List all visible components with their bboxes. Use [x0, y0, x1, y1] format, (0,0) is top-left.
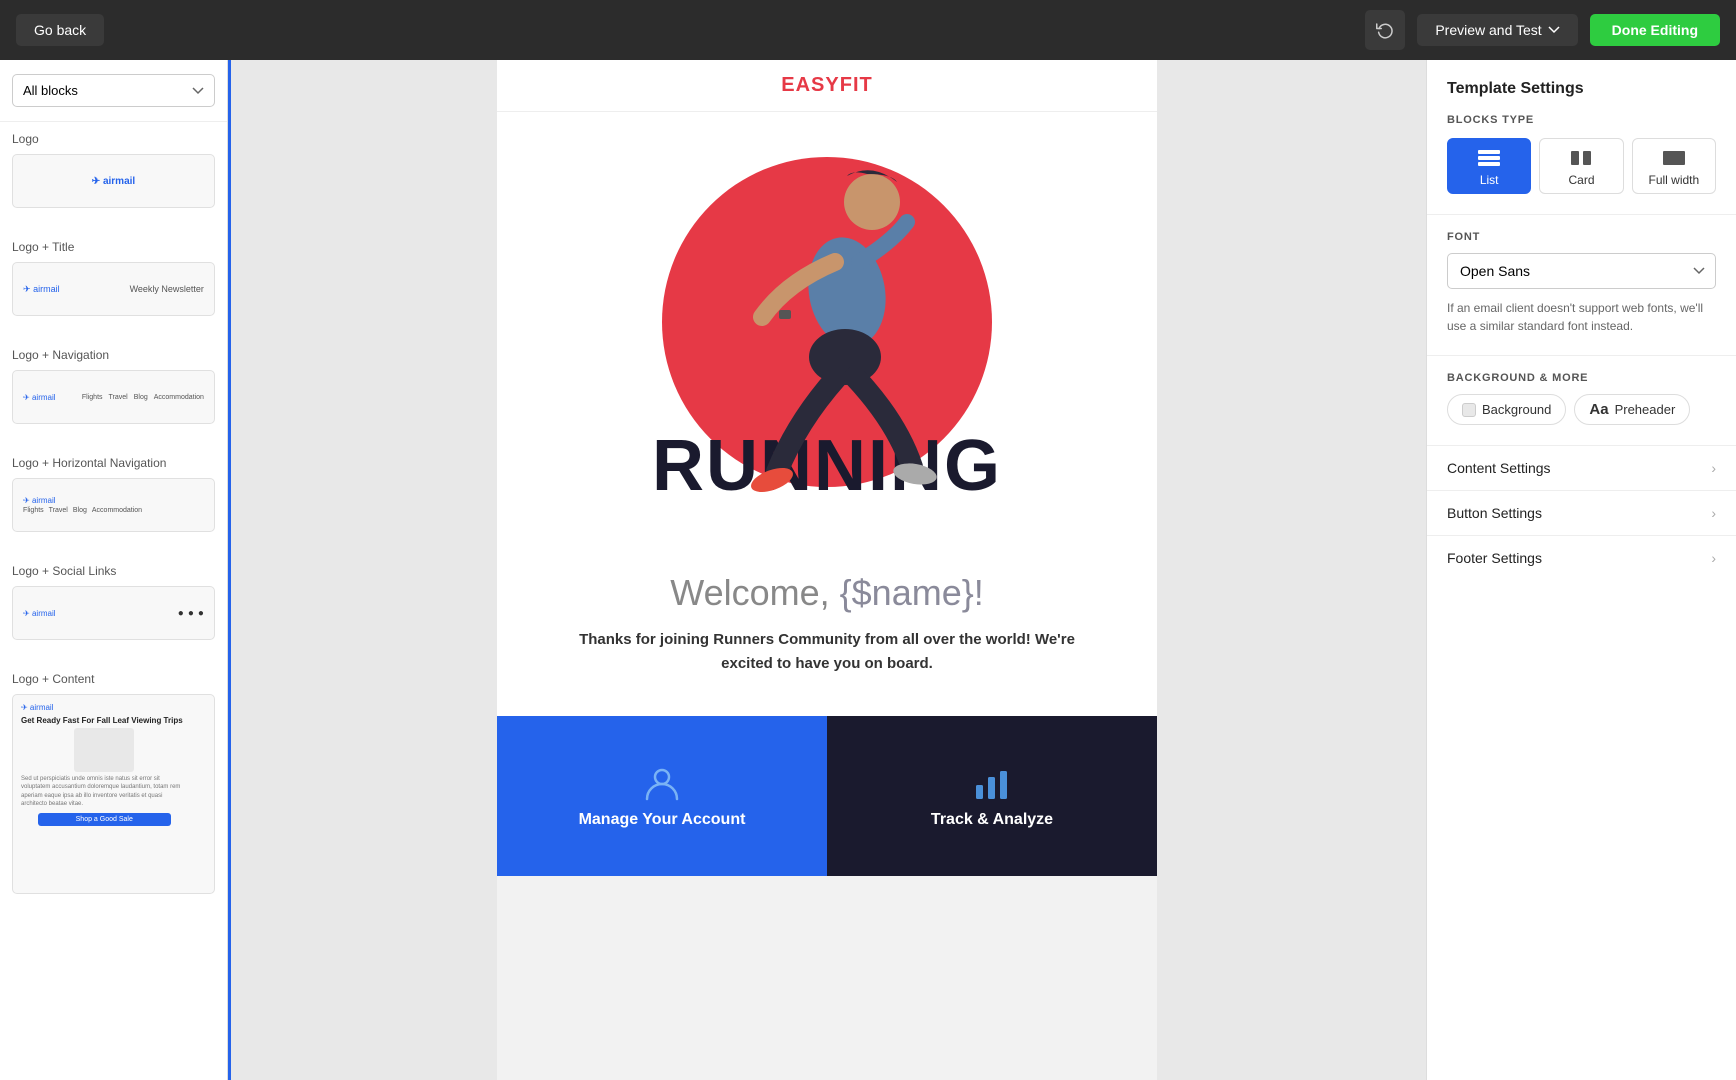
- sidebar-label-logo-h-nav: Logo + Horizontal Navigation: [12, 456, 215, 470]
- welcome-title: Welcome, {$name}!: [557, 572, 1097, 614]
- sidebar-section-logo-title: Logo + Title ✈ airmail Weekly Newsletter: [0, 230, 227, 338]
- cta-right: Track & Analyze: [827, 716, 1157, 876]
- topbar: Go back Preview and Test Done Editing: [0, 0, 1736, 60]
- preheader-pill[interactable]: Aa Preheader: [1574, 394, 1690, 425]
- welcome-body: Thanks for joining Runners Community fro…: [557, 628, 1097, 676]
- blocks-type-header: BLOCKS TYPE: [1427, 114, 1736, 138]
- font-header: FONT: [1447, 231, 1716, 243]
- history-button[interactable]: [1365, 10, 1405, 50]
- chevron-right-icon: ›: [1711, 505, 1716, 521]
- go-back-button[interactable]: Go back: [16, 14, 104, 46]
- bg-more-row: Background Aa Preheader: [1447, 394, 1716, 425]
- sidebar-section-logo-social: Logo + Social Links ✈ airmail ●●●: [0, 554, 227, 662]
- sidebar-label-logo-social: Logo + Social Links: [12, 564, 215, 578]
- welcome-section: Welcome, {$name}! Thanks for joining Run…: [497, 532, 1157, 716]
- right-sidebar: Template Settings BLOCKS TYPE List: [1426, 60, 1736, 1080]
- cta-section: Manage Your Account Track & Analyze: [497, 716, 1157, 876]
- block-filter: All blocks Headers Content Footers: [0, 60, 227, 122]
- sidebar-label-logo-title: Logo + Title: [12, 240, 215, 254]
- font-select[interactable]: Open Sans Arial Georgia Roboto: [1447, 253, 1716, 289]
- sidebar-block-logo[interactable]: ✈ airmail: [12, 154, 215, 208]
- sidebar-section-logo: Logo ✈ airmail: [0, 122, 227, 230]
- bg-swatch: [1462, 403, 1476, 417]
- footer-settings-row[interactable]: Footer Settings ›: [1427, 535, 1736, 580]
- sidebar-label-logo: Logo: [12, 132, 215, 146]
- main-layout: All blocks Headers Content Footers Logo …: [0, 60, 1736, 1080]
- sidebar-label-logo-nav: Logo + Navigation: [12, 348, 215, 362]
- hero-section: RUNNING: [497, 112, 1157, 532]
- block-filter-select[interactable]: All blocks Headers Content Footers: [12, 74, 215, 107]
- block-type-list[interactable]: List: [1447, 138, 1531, 194]
- hero-runner-figure: [497, 112, 1157, 532]
- sidebar-block-logo-h-nav[interactable]: ✈ airmail FlightsTravelBlogAccommodation: [12, 478, 215, 532]
- preview-test-button[interactable]: Preview and Test: [1417, 14, 1577, 46]
- sidebar-block-logo-content[interactable]: ✈ airmail Get Ready Fast For Fall Leaf V…: [12, 694, 215, 894]
- sidebar-block-logo-nav[interactable]: ✈ airmail FlightsTravelBlogAccommodation: [12, 370, 215, 424]
- email-canvas: EASYFIT RUNNING: [497, 60, 1157, 1080]
- sidebar-section-logo-h-nav: Logo + Horizontal Navigation ✈ airmail F…: [0, 446, 227, 554]
- sidebar-block-logo-social[interactable]: ✈ airmail ●●●: [12, 586, 215, 640]
- cta-left: Manage Your Account: [497, 716, 827, 876]
- sidebar-section-logo-nav: Logo + Navigation ✈ airmail FlightsTrave…: [0, 338, 227, 446]
- font-section: FONT Open Sans Arial Georgia Roboto If a…: [1427, 214, 1736, 355]
- chevron-right-icon: ›: [1711, 460, 1716, 476]
- block-type-fullwidth[interactable]: Full width: [1632, 138, 1716, 194]
- preview-area: EASYFIT RUNNING: [228, 60, 1426, 1080]
- sidebar-section-logo-content: Logo + Content ✈ airmail Get Ready Fast …: [0, 662, 227, 916]
- cta-left-label: Manage Your Account: [579, 811, 746, 829]
- bg-more-section: BACKGROUND & MORE Background Aa Preheade…: [1427, 355, 1736, 445]
- right-sidebar-title: Template Settings: [1427, 80, 1736, 114]
- bg-more-header: BACKGROUND & MORE: [1447, 372, 1716, 384]
- done-editing-button[interactable]: Done Editing: [1590, 14, 1720, 46]
- font-note: If an email client doesn't support web f…: [1447, 299, 1716, 335]
- sidebar-label-logo-content: Logo + Content: [12, 672, 215, 686]
- button-settings-row[interactable]: Button Settings ›: [1427, 490, 1736, 535]
- email-header: EASYFIT: [497, 60, 1157, 112]
- blocks-type-row: List Card Full width: [1427, 138, 1736, 214]
- sidebar-block-logo-title[interactable]: ✈ airmail Weekly Newsletter: [12, 262, 215, 316]
- chevron-right-icon: ›: [1711, 550, 1716, 566]
- brand-logo: EASYFIT: [497, 74, 1157, 97]
- background-pill[interactable]: Background: [1447, 394, 1566, 425]
- block-type-card[interactable]: Card: [1539, 138, 1623, 194]
- vertical-blue-line: [228, 60, 231, 1080]
- content-settings-row[interactable]: Content Settings ›: [1427, 445, 1736, 490]
- left-sidebar: All blocks Headers Content Footers Logo …: [0, 60, 228, 1080]
- cta-right-label: Track & Analyze: [931, 811, 1053, 829]
